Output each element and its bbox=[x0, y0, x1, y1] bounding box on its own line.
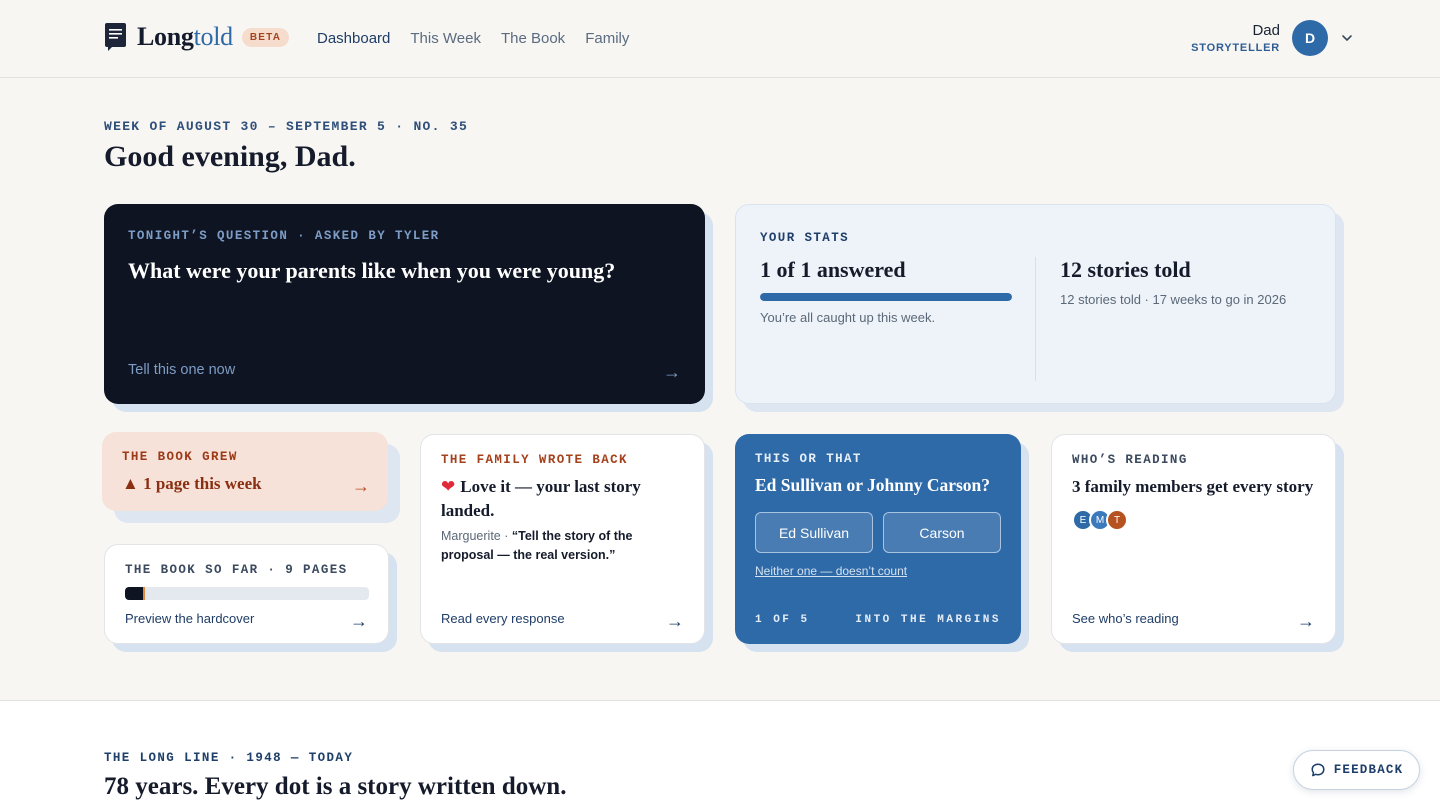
answered-progress-fill bbox=[760, 293, 1012, 301]
stats-eyebrow: YOUR STATS bbox=[760, 231, 850, 245]
answered-count: 1 of 1 answered bbox=[760, 257, 906, 282]
stats-card: YOUR STATS 1 of 1 answered You’re all ca… bbox=[735, 204, 1336, 404]
long-line-section: THE LONG LINE · 1948 — TODAY 78 years. E… bbox=[0, 700, 1440, 810]
main-nav: Dashboard This Week The Book Family bbox=[317, 30, 629, 47]
stats-divider bbox=[1035, 257, 1036, 381]
sofar-eyebrow: THE BOOK SO FAR · 9 PAGES bbox=[125, 563, 348, 577]
stories-count: 12 stories told bbox=[1060, 257, 1191, 282]
family-wrote-back-card[interactable]: THE FAMILY WROTE BACK ❤ Love it — your la… bbox=[420, 434, 705, 644]
book-progress-fill bbox=[125, 587, 145, 600]
quote-author: Marguerite · bbox=[441, 529, 512, 543]
stories-sub: 12 stories told · 17 weeks to go in 2026 bbox=[1060, 292, 1287, 307]
grew-text: ▲ 1 page this week bbox=[122, 474, 262, 493]
top-header: Longtold BETA Dashboard This Week The Bo… bbox=[0, 0, 1440, 78]
see-whos-reading-link[interactable]: See who’s reading bbox=[1072, 611, 1179, 626]
option-b-button[interactable]: Carson bbox=[883, 512, 1001, 553]
book-grew-card[interactable]: THE BOOK GREW ▲ 1 page this week → bbox=[102, 432, 388, 511]
question-eyebrow: TONIGHT’S QUESTION · ASKED BY TYLER bbox=[128, 229, 440, 243]
tot-footer-label: INTO THE MARGINS bbox=[855, 614, 1001, 626]
user-role: STORYTELLER bbox=[1191, 42, 1280, 54]
avatar[interactable]: D bbox=[1292, 20, 1328, 56]
week-label: WEEK OF AUGUST 30 – SEPTEMBER 5 · NO. 35 bbox=[104, 119, 469, 134]
chat-bubble-icon bbox=[1311, 763, 1325, 777]
arrow-right-icon[interactable]: → bbox=[352, 476, 370, 497]
long-line-title: 78 years. Every dot is a story written d… bbox=[104, 773, 567, 800]
tonights-question-card[interactable]: TONIGHT’S QUESTION · ASKED BY TYLER What… bbox=[104, 204, 705, 404]
long-line-eyebrow: THE LONG LINE · 1948 — TODAY bbox=[104, 751, 354, 765]
family-quote: Marguerite · “Tell the story of the prop… bbox=[441, 527, 681, 565]
answered-stat: 1 of 1 answered You’re all caught up thi… bbox=[760, 257, 1012, 325]
book-progress-bar bbox=[125, 587, 369, 600]
neither-link[interactable]: Neither one — doesn’t count bbox=[755, 564, 907, 578]
this-or-that-card: THIS OR THAT Ed Sullivan or Johnny Carso… bbox=[735, 434, 1021, 644]
arrow-right-icon[interactable]: → bbox=[1297, 611, 1315, 632]
reading-title: 3 family members get every story bbox=[1072, 477, 1314, 496]
heart-icon: ❤ bbox=[441, 477, 456, 497]
family-eyebrow: THE FAMILY WROTE BACK bbox=[441, 453, 628, 467]
tot-eyebrow: THIS OR THAT bbox=[755, 452, 862, 466]
question-title: What were your parents like when you wer… bbox=[128, 258, 616, 283]
book-logo-icon bbox=[105, 23, 126, 51]
tot-counter: 1 OF 5 bbox=[755, 614, 810, 626]
tot-question: Ed Sullivan or Johnny Carson? bbox=[755, 475, 991, 495]
logo[interactable]: Longtold BETA bbox=[104, 22, 290, 52]
tell-now-link[interactable]: Tell this one now bbox=[128, 362, 235, 378]
grew-eyebrow: THE BOOK GREW bbox=[122, 450, 238, 464]
feedback-label: FEEDBACK bbox=[1333, 763, 1404, 777]
arrow-right-icon[interactable]: → bbox=[350, 611, 368, 632]
preview-hardcover-link[interactable]: Preview the hardcover bbox=[125, 611, 254, 626]
reader-avatars: E M T bbox=[1072, 509, 1128, 531]
whos-reading-card[interactable]: WHO’S READING 3 family members get every… bbox=[1051, 434, 1336, 644]
chevron-down-icon[interactable] bbox=[1340, 31, 1354, 45]
nav-this-week[interactable]: This Week bbox=[410, 30, 481, 47]
nav-family[interactable]: Family bbox=[585, 30, 629, 47]
stories-stat: 12 stories told 12 stories told · 17 wee… bbox=[1060, 257, 1286, 307]
nav-dashboard[interactable]: Dashboard bbox=[317, 30, 390, 47]
arrow-right-icon[interactable]: → bbox=[663, 362, 681, 383]
beta-badge: BETA bbox=[241, 27, 290, 47]
answered-sub: You’re all caught up this week. bbox=[760, 310, 936, 325]
tot-footer: 1 OF 5 INTO THE MARGINS bbox=[755, 614, 1001, 626]
page-title: Good evening, Dad. bbox=[104, 140, 356, 173]
logo-wordmark: Longtold bbox=[137, 22, 233, 51]
read-responses-link[interactable]: Read every response bbox=[441, 611, 565, 626]
user-menu[interactable]: Dad STORYTELLER D bbox=[1191, 20, 1352, 56]
nav-the-book[interactable]: The Book bbox=[501, 30, 565, 47]
reading-eyebrow: WHO’S READING bbox=[1072, 453, 1188, 467]
user-name: Dad bbox=[1252, 22, 1280, 39]
arrow-right-icon[interactable]: → bbox=[666, 611, 684, 632]
family-title: ❤ Love it — your last story landed. bbox=[441, 475, 691, 522]
reader-avatar: T bbox=[1106, 509, 1128, 531]
user-info: Dad STORYTELLER bbox=[1191, 22, 1280, 54]
feedback-button[interactable]: FEEDBACK bbox=[1293, 750, 1420, 790]
answered-progress bbox=[760, 293, 1012, 301]
book-so-far-card[interactable]: THE BOOK SO FAR · 9 PAGES Preview the ha… bbox=[104, 544, 389, 644]
option-a-button[interactable]: Ed Sullivan bbox=[755, 512, 873, 553]
family-title-text: Love it — your last story landed. bbox=[441, 477, 641, 520]
